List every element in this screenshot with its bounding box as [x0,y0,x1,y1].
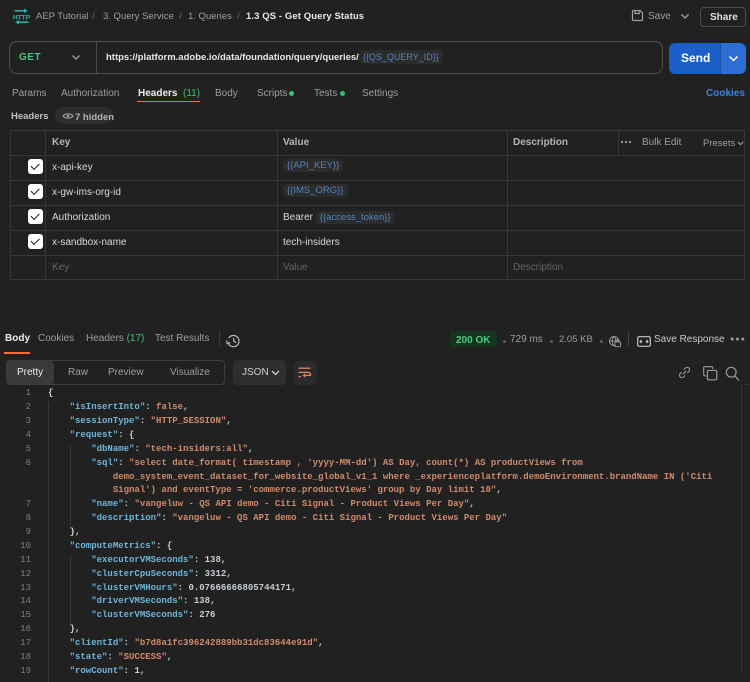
svg-text:HTTP: HTTP [13,14,31,21]
